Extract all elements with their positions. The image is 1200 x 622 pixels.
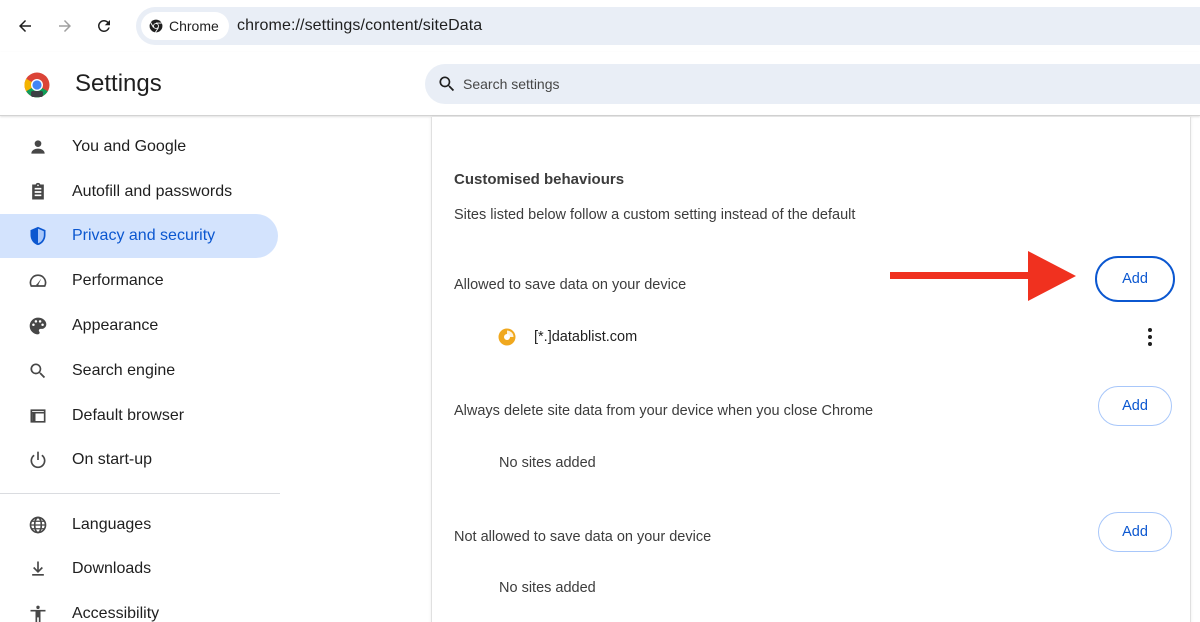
search-settings-box[interactable] bbox=[425, 64, 1200, 104]
add-not-allowed-site-button[interactable]: Add bbox=[1098, 512, 1172, 552]
more-actions-icon[interactable] bbox=[1138, 323, 1162, 351]
sidebar-item-label: Performance bbox=[72, 272, 164, 289]
search-input[interactable] bbox=[463, 64, 1063, 104]
arrow-back-icon[interactable] bbox=[11, 12, 39, 40]
sidebar: You and Google Autofill and passwords Pr… bbox=[0, 117, 290, 622]
sidebar-item-label: Default browser bbox=[72, 407, 185, 424]
add-delete-on-close-site-button[interactable]: Add bbox=[1098, 386, 1172, 426]
empty-list-text: No sites added bbox=[499, 455, 596, 471]
sidebar-item-label: You and Google bbox=[72, 138, 187, 155]
search-icon bbox=[27, 360, 49, 382]
sidebar-item-appearance[interactable]: Appearance bbox=[0, 304, 278, 348]
browser-window-icon bbox=[27, 405, 49, 427]
sidebar-item-label: Accessibility bbox=[72, 605, 160, 622]
sidebar-item-languages[interactable]: Languages bbox=[0, 503, 278, 547]
sidebar-item-default-browser[interactable]: Default browser bbox=[0, 394, 278, 438]
red-arrow-annotation-icon bbox=[890, 251, 1076, 301]
sidebar-item-label: Autofill and passwords bbox=[72, 183, 233, 200]
download-icon bbox=[27, 558, 49, 580]
sidebar-item-you-and-google[interactable]: You and Google bbox=[0, 125, 278, 169]
globe-icon bbox=[27, 514, 49, 536]
search-icon bbox=[439, 76, 455, 92]
browser-toolbar: Chrome chrome://settings/content/siteDat… bbox=[0, 0, 1200, 52]
page-title: Settings bbox=[75, 70, 162, 97]
not-allowed-group-label: Not allowed to save data on your device bbox=[454, 529, 712, 545]
sidebar-item-search-engine[interactable]: Search engine bbox=[0, 349, 278, 393]
address-bar[interactable]: Chrome chrome://settings/content/siteDat… bbox=[136, 7, 1200, 45]
accessibility-icon bbox=[27, 603, 49, 622]
chrome-icon bbox=[149, 19, 163, 33]
site-name: [*.]datablist.com bbox=[534, 329, 638, 345]
sidebar-item-accessibility[interactable]: Accessibility bbox=[0, 592, 278, 622]
sidebar-divider bbox=[0, 493, 280, 494]
power-icon bbox=[27, 449, 49, 471]
sidebar-item-autofill[interactable]: Autofill and passwords bbox=[0, 170, 278, 214]
sidebar-item-label: On start-up bbox=[72, 451, 153, 468]
person-icon bbox=[27, 136, 49, 158]
delete-on-close-group-label: Always delete site data from your device… bbox=[454, 403, 874, 419]
sidebar-item-label: Privacy and security bbox=[72, 227, 216, 244]
chrome-beta-logo-icon bbox=[24, 72, 50, 98]
sidebar-item-label: Search engine bbox=[72, 362, 176, 379]
arrow-forward-icon[interactable] bbox=[51, 12, 79, 40]
clipboard-icon bbox=[27, 181, 49, 203]
site-data-card: Customised behaviours Sites listed below… bbox=[431, 117, 1191, 622]
palette-icon bbox=[27, 315, 49, 337]
site-info-chip[interactable]: Chrome bbox=[141, 12, 229, 40]
sidebar-item-downloads[interactable]: Downloads bbox=[0, 547, 278, 591]
empty-list-text: No sites added bbox=[499, 580, 596, 596]
sidebar-item-label: Languages bbox=[72, 516, 152, 533]
settings-header: Settings bbox=[0, 52, 1200, 116]
sidebar-item-label: Appearance bbox=[72, 317, 159, 334]
section-description: Sites listed below follow a custom setti… bbox=[454, 207, 856, 223]
speedometer-icon bbox=[27, 270, 49, 292]
sidebar-item-privacy[interactable]: Privacy and security bbox=[0, 214, 278, 258]
sidebar-item-performance[interactable]: Performance bbox=[0, 259, 278, 303]
allowed-group-label: Allowed to save data on your device bbox=[454, 277, 687, 293]
sidebar-item-label: Downloads bbox=[72, 560, 152, 577]
site-list-item: [*.]datablist.com bbox=[498, 325, 637, 349]
section-title: Customised behaviours bbox=[454, 171, 625, 188]
sidebar-item-on-startup[interactable]: On start-up bbox=[0, 438, 278, 482]
reload-icon[interactable] bbox=[90, 12, 118, 40]
site-favicon-icon bbox=[498, 328, 516, 346]
add-allowed-site-button[interactable]: Add bbox=[1095, 256, 1175, 302]
chip-label: Chrome bbox=[169, 18, 219, 34]
url-text[interactable]: chrome://settings/content/siteData bbox=[237, 7, 482, 45]
shield-icon bbox=[27, 225, 49, 247]
